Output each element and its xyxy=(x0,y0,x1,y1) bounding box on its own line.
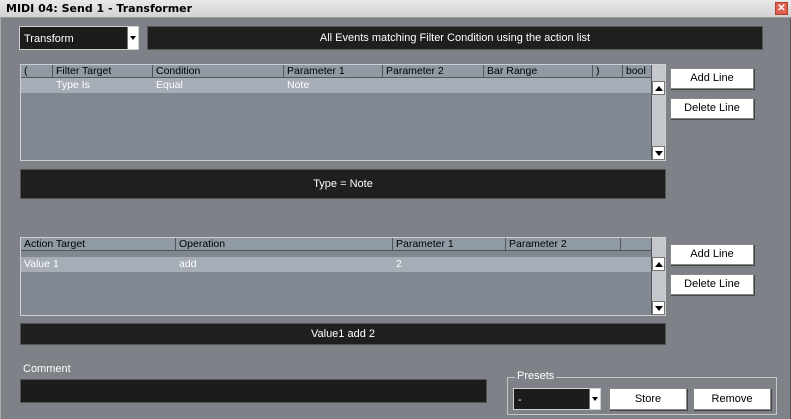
chevron-down-icon xyxy=(589,389,600,409)
cell-parameter-1[interactable]: Note xyxy=(287,79,309,91)
action-add-line-button[interactable]: Add Line xyxy=(670,244,754,265)
action-table-header: Action Target Operation Parameter 1 Para… xyxy=(21,238,651,251)
col-parameter-1[interactable]: Parameter 1 xyxy=(284,65,383,78)
chevron-down-icon xyxy=(127,27,138,49)
col-bool[interactable]: bool xyxy=(623,65,653,78)
col-action-parameter-2[interactable]: Parameter 2 xyxy=(506,238,621,251)
col-action-target[interactable]: Action Target xyxy=(21,238,176,251)
cell-action-target[interactable]: Value 1 xyxy=(24,258,59,270)
filter-condition-table: ( Filter Target Condition Parameter 1 Pa… xyxy=(20,64,666,161)
remove-preset-button[interactable]: Remove xyxy=(693,388,771,410)
comment-label: Comment xyxy=(23,363,71,375)
action-summary: Value1 add 2 xyxy=(20,323,666,345)
cell-condition[interactable]: Equal xyxy=(156,79,183,91)
scroll-up-icon[interactable] xyxy=(652,257,665,271)
col-bar-range[interactable]: Bar Range xyxy=(484,65,593,78)
filter-delete-line-button[interactable]: Delete Line xyxy=(670,98,754,119)
presets-selected-value: - xyxy=(518,394,522,406)
presets-select[interactable]: - xyxy=(513,388,601,410)
filter-table-scrollbar[interactable] xyxy=(651,65,665,160)
function-mode-value: Transform xyxy=(24,33,74,45)
comment-input[interactable] xyxy=(20,379,487,403)
function-description: All Events matching Filter Condition usi… xyxy=(147,26,763,50)
transformer-panel: Transform All Events matching Filter Con… xyxy=(0,18,791,419)
table-row[interactable]: Type Is Equal Note xyxy=(21,78,651,93)
col-close-paren[interactable]: ) xyxy=(593,65,623,78)
scroll-down-icon[interactable] xyxy=(652,146,665,160)
col-filter-target[interactable]: Filter Target xyxy=(53,65,153,78)
filter-add-line-button[interactable]: Add Line xyxy=(670,68,754,89)
col-condition[interactable]: Condition xyxy=(153,65,284,78)
presets-label: Presets xyxy=(515,370,557,382)
close-icon[interactable]: ✕ xyxy=(775,2,788,15)
title-bar: MIDI 04: Send 1 - Transformer ✕ xyxy=(0,0,791,18)
action-delete-line-button[interactable]: Delete Line xyxy=(670,274,754,295)
filter-summary: Type = Note xyxy=(20,169,666,199)
action-table-scrollbar[interactable] xyxy=(651,238,665,315)
scroll-up-icon[interactable] xyxy=(652,81,665,95)
function-mode-select[interactable]: Transform xyxy=(19,26,139,50)
action-list-table: Action Target Operation Parameter 1 Para… xyxy=(20,237,666,316)
cell-filter-target[interactable]: Type Is xyxy=(56,79,90,91)
scroll-down-icon[interactable] xyxy=(652,301,665,315)
col-action-parameter-1[interactable]: Parameter 1 xyxy=(393,238,506,251)
window-title: MIDI 04: Send 1 - Transformer xyxy=(6,2,193,15)
cell-operation[interactable]: add xyxy=(179,258,197,270)
col-operation[interactable]: Operation xyxy=(176,238,393,251)
filter-table-header: ( Filter Target Condition Parameter 1 Pa… xyxy=(21,65,651,78)
cell-action-parameter-1[interactable]: 2 xyxy=(396,258,402,270)
table-row[interactable]: Value 1 add 2 xyxy=(21,257,651,272)
col-parameter-2[interactable]: Parameter 2 xyxy=(383,65,484,78)
col-open-paren[interactable]: ( xyxy=(21,65,53,78)
store-preset-button[interactable]: Store xyxy=(609,388,687,410)
